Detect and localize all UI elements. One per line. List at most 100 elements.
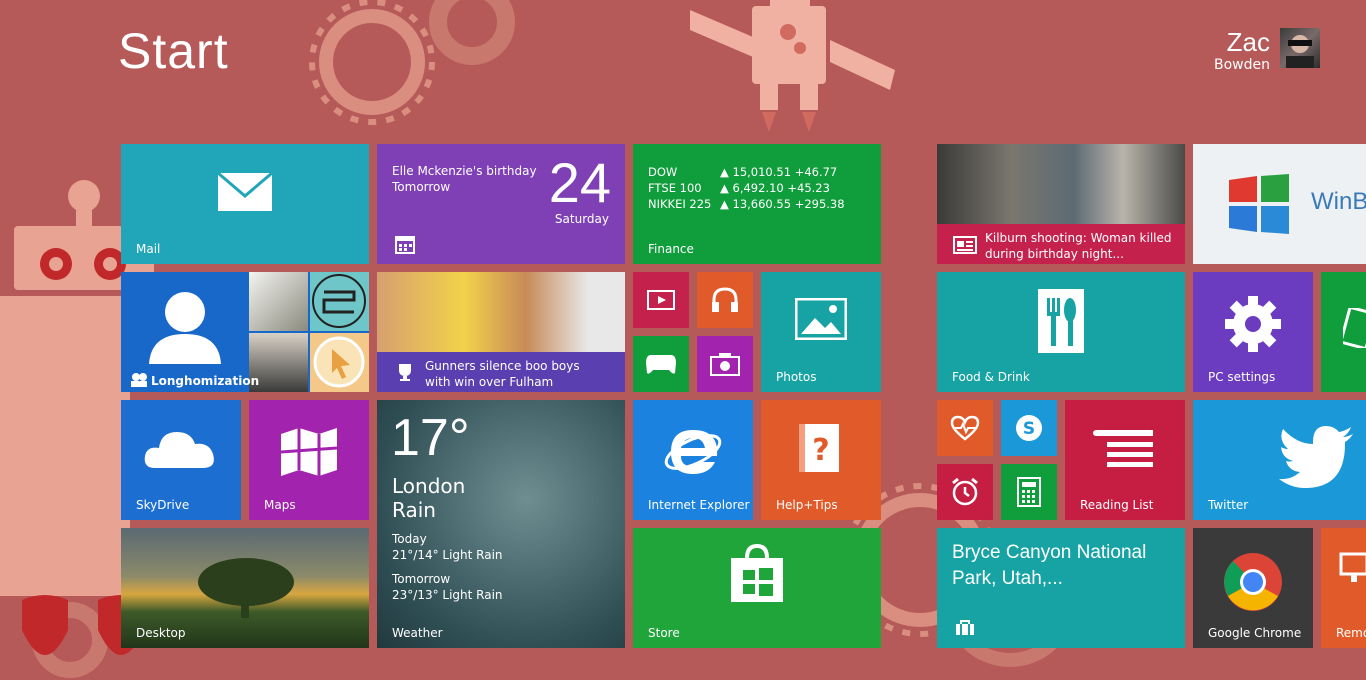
- tile-sport[interactable]: Gunners silence boo boys with win over F…: [377, 272, 625, 392]
- user-first-name: Zac: [1226, 27, 1270, 57]
- internet-explorer-icon: [664, 430, 722, 474]
- tile-label: Twitter: [1208, 498, 1249, 512]
- weather-city: London: [392, 474, 466, 498]
- news-icon: [953, 236, 977, 254]
- tile-google-chrome[interactable]: Google Chrome: [1193, 528, 1313, 648]
- tile-store[interactable]: Store: [633, 528, 881, 648]
- tile-alarms[interactable]: [937, 464, 993, 520]
- video-icon: [647, 290, 675, 310]
- sport-photo: [377, 272, 625, 352]
- tile-label: Food & Drink: [952, 370, 1030, 384]
- tile-news[interactable]: Kilburn shooting: Woman killed during bi…: [937, 144, 1185, 264]
- chrome-icon: [1224, 553, 1282, 611]
- weather-temperature: 17°: [391, 409, 470, 467]
- calendar-icon: [395, 236, 415, 254]
- store-bag-icon: [731, 544, 783, 602]
- tile-video[interactable]: [633, 272, 689, 328]
- tile-photos[interactable]: Photos: [761, 272, 881, 392]
- tile-label: Weather: [392, 626, 443, 640]
- svg-text:?: ?: [812, 433, 829, 468]
- tile-remote-desktop[interactable]: Remo: [1321, 528, 1366, 648]
- tile-label: Desktop: [136, 626, 186, 640]
- desktop-wallpaper-tree: [198, 558, 294, 618]
- tile-people[interactable]: Longhomization: [121, 272, 369, 392]
- weather-today-label: Today: [392, 532, 427, 546]
- tile-calendar[interactable]: Elle Mckenzie's birthday Tomorrow 24 Sat…: [377, 144, 625, 264]
- tile-label: Store: [648, 626, 680, 640]
- robot-decoration: [690, 0, 895, 110]
- tile-skype[interactable]: S: [1001, 400, 1057, 456]
- skype-icon: S: [1016, 415, 1042, 441]
- suitcase-icon: [956, 620, 974, 635]
- weather-condition: Rain: [392, 498, 436, 522]
- start-title: Start: [118, 23, 229, 79]
- tile-games[interactable]: [633, 336, 689, 392]
- tile-label: Remo: [1336, 626, 1366, 640]
- calendar-day-name: Saturday: [554, 212, 609, 226]
- weather-tomorrow-label: Tomorrow: [392, 572, 451, 586]
- tile-label: Maps: [264, 498, 296, 512]
- finance-row: FTSE 100 ▲ 6,492.10 +45.23: [648, 181, 830, 195]
- tile-weather[interactable]: 17° London Rain Today 21°/14° Light Rain…: [377, 400, 625, 648]
- news-headline: Kilburn shooting: Woman killed during bi…: [985, 231, 1172, 261]
- user-last-name: Bowden: [1214, 57, 1270, 73]
- people-group-icon: [131, 373, 147, 387]
- finance-list: DOW ▲ 15,010.51 +46.77 FTSE 100 ▲ 6,492.10…: [648, 164, 845, 212]
- headphones-icon: [712, 287, 738, 312]
- tile-calculator[interactable]: [1001, 464, 1057, 520]
- tile-help-tips[interactable]: ? Help+Tips: [761, 400, 881, 520]
- help-book-icon: ?: [799, 424, 839, 472]
- tile-label: Mail: [136, 242, 161, 256]
- tile-label: Photos: [776, 370, 817, 384]
- finance-row: NIKKEI 225 ▲ 13,660.55 +295.38: [648, 197, 845, 211]
- windows-logo-icon: [1229, 174, 1289, 234]
- tile-label: Internet Explorer: [648, 498, 750, 512]
- travel-headline: Bryce Canyon National Park, Utah,...: [952, 542, 1147, 589]
- person-icon: [149, 292, 221, 364]
- tile-travel[interactable]: Bryce Canyon National Park, Utah,...: [937, 528, 1185, 648]
- tile-finance[interactable]: DOW ▲ 15,010.51 +46.77 FTSE 100 ▲ 6,492.10…: [633, 144, 881, 264]
- svg-text:S: S: [1023, 419, 1035, 439]
- twitter-bird-icon: [1279, 426, 1353, 488]
- tile-desktop[interactable]: Desktop: [121, 528, 369, 648]
- calendar-event: Elle Mckenzie's birthday: [392, 164, 537, 178]
- tile-music[interactable]: [697, 272, 753, 328]
- tile-pc-settings[interactable]: PC settings: [1193, 272, 1313, 392]
- tile-health[interactable]: [937, 400, 993, 456]
- tile-label: Reading List: [1080, 498, 1154, 512]
- tile-maps[interactable]: Maps: [249, 400, 369, 520]
- gear-icon: [1225, 296, 1281, 352]
- reading-list-icon: [1093, 430, 1153, 467]
- photos-icon: [795, 298, 847, 340]
- calculator-icon: [1017, 477, 1041, 507]
- calendar-day-number: 24: [548, 151, 611, 214]
- user-account[interactable]: Zac Bowden: [1214, 28, 1320, 74]
- windows-blog-text: WinB: [1311, 188, 1366, 215]
- tile-food-drink[interactable]: Food & Drink: [937, 272, 1185, 392]
- tile-twitter[interactable]: Twitter: [1193, 400, 1366, 520]
- tile-skydrive[interactable]: SkyDrive: [121, 400, 241, 520]
- tile-internet-explorer[interactable]: Internet Explorer: [633, 400, 753, 520]
- weather-tomorrow: 23°/13° Light Rain: [392, 588, 503, 602]
- tile-camera[interactable]: [697, 336, 753, 392]
- tile-reading-list[interactable]: Reading List: [1065, 400, 1185, 520]
- sport-headline: Gunners silence boo boys with win over F…: [425, 359, 580, 389]
- tile-partial-green[interactable]: [1321, 272, 1366, 392]
- map-icon: [280, 428, 338, 476]
- avatar[interactable]: [1280, 28, 1320, 68]
- calendar-when: Tomorrow: [392, 180, 451, 194]
- people-label: Longhomization: [151, 374, 260, 388]
- tile-windows-blog[interactable]: WinB: [1193, 144, 1366, 264]
- tile-label: PC settings: [1208, 370, 1276, 384]
- tile-label: Finance: [648, 242, 694, 256]
- tile-mail[interactable]: Mail: [121, 144, 369, 264]
- xbox-controller-icon: [646, 355, 676, 374]
- cloud-icon: [144, 432, 214, 468]
- people-photos: [249, 272, 369, 392]
- document-icon: [1343, 308, 1366, 348]
- tile-label: Help+Tips: [776, 498, 838, 512]
- finance-row: DOW ▲ 15,010.51 +46.77: [648, 165, 838, 179]
- news-photo: [937, 144, 1185, 224]
- tile-label: Google Chrome: [1208, 626, 1302, 640]
- heart-icon: [950, 415, 980, 441]
